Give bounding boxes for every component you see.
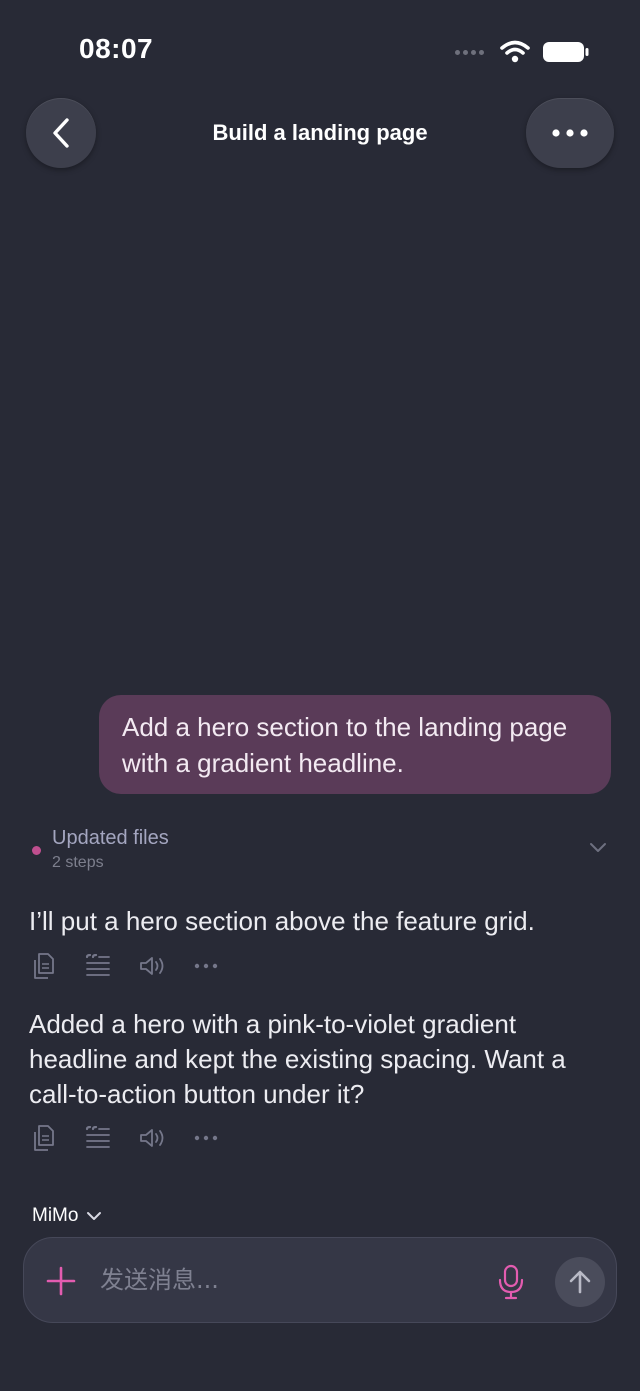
add-attachment-button[interactable] [44,1264,78,1298]
model-selector[interactable]: MiMo [32,1203,102,1229]
message-input[interactable] [100,1260,480,1300]
more-horizontal-icon [194,1135,218,1141]
quote-button[interactable] [84,1124,112,1152]
model-name: MiMo [32,1205,79,1226]
read-aloud-button[interactable] [138,952,166,980]
arrow-up-icon [569,1270,591,1294]
steps-subtitle: 2 steps [52,854,104,871]
quote-icon [85,1126,110,1148]
battery-icon [543,42,589,62]
cellular-signal-icon [455,49,484,55]
message-actions [30,1124,246,1152]
more-horizontal-icon [552,129,588,137]
steps-status-dot [32,846,41,855]
message-composer [23,1237,617,1323]
more-horizontal-icon [194,963,218,969]
nav-bar: Build a landing page [0,98,640,170]
assistant-message: Added a hero with a pink-to-violet gradi… [29,1009,566,1109]
copy-icon [34,953,54,979]
copy-button[interactable] [30,1124,58,1152]
message-more-button[interactable] [192,952,220,980]
user-message-bubble: Add a hero section to the landing page w… [99,695,611,794]
speaker-icon [140,957,164,975]
read-aloud-button[interactable] [138,1124,166,1152]
status-icons [455,38,590,66]
steps-summary[interactable]: Updated files 2 steps [28,824,618,876]
assistant-message: I’ll put a hero section above the featur… [29,906,535,936]
speaker-icon [140,1129,164,1147]
quote-icon [85,954,110,976]
chevron-down-icon [87,1212,102,1220]
quote-button[interactable] [84,952,112,980]
send-button[interactable] [555,1257,605,1307]
copy-icon [34,1125,54,1151]
chevron-down-icon[interactable] [588,840,608,854]
wifi-icon [500,40,530,63]
more-options-button[interactable] [526,98,614,168]
status-time: 08:07 [79,33,154,64]
message-more-button[interactable] [192,1124,220,1152]
message-actions [30,952,246,980]
status-bar: 08:07 [0,0,640,96]
microphone-button[interactable] [496,1264,526,1300]
steps-title: Updated files [52,827,169,849]
copy-button[interactable] [30,952,58,980]
